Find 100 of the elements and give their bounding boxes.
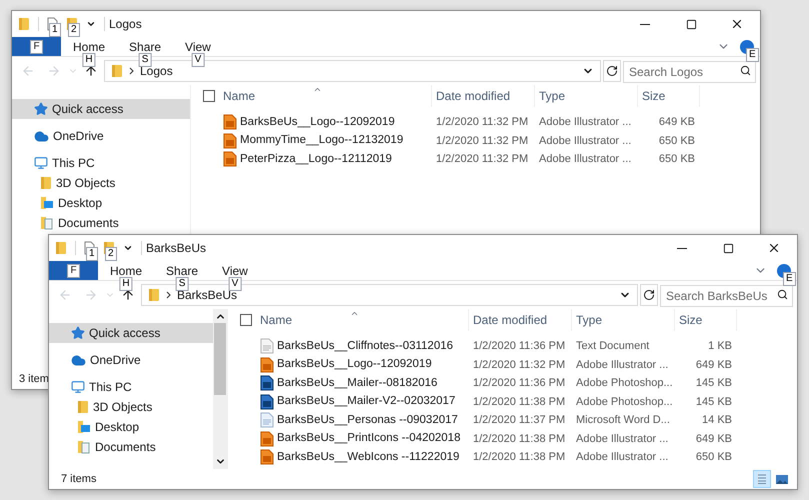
size-cell-text: 649 KB [658,115,696,130]
type-cell-text: Adobe Illustrator ... [575,450,670,465]
documents-folder-icon [77,440,91,454]
column-header[interactable]: Date modified [473,311,548,329]
window-title: Logos [109,16,142,33]
type-cell-text: Adobe Illustrator ... [575,432,670,446]
column-header[interactable]: Name [260,311,292,329]
nav-item[interactable]: 3D Objects [12,173,190,193]
large-icons-icon [776,474,788,484]
file-row[interactable]: BarksBeUs__Mailer-V2--02032017 1/2/2020 11:38 PM Adobe Photoshop... 145 KB [240,392,793,411]
keytip: H [119,276,133,290]
size-cell-text: 650 KB [694,450,733,465]
column-header[interactable]: Date modified [436,87,510,105]
nav-item[interactable]: Desktop [12,193,190,213]
nav-item[interactable]: Documents [49,437,213,457]
file-row[interactable]: BarksBeUs__WebIcons --11222019 1/2/2020 11:38 PM Adobe Illustrator ... 650 KB [240,448,793,466]
search-icon [777,289,788,300]
computer-icon [71,380,85,394]
file-name: BarksBeUs__Mailer--08182016 [277,376,438,391]
text-file-icon [260,338,274,354]
refresh-icon [643,289,655,301]
ai-file-icon [223,151,237,168]
ribbon-tab[interactable]: View [222,262,248,280]
folder-icon [40,176,52,190]
keytip: V [228,276,242,290]
file-tab[interactable]: F [49,261,98,280]
nav-item[interactable]: 3D Objects [49,397,213,417]
ribbon-tab[interactable]: Home [73,38,106,56]
ribbon-tab[interactable]: Share [129,38,162,56]
nav-item[interactable]: OneDrive [12,126,190,146]
ai-file-icon [223,114,237,130]
file-row[interactable]: BarksBeUs__PrintIcons --04202018 1/2/2020 11:38 PM Adobe Illustrator ... 649 KB [240,430,793,448]
folder-icon [18,17,30,31]
nav-item[interactable]: Desktop [49,417,213,437]
customize-dropdown-icon[interactable] [123,243,133,253]
file-name: BarksBeUs__Personas --09032017 [277,412,458,428]
search-icon [740,65,751,76]
select-all-checkbox[interactable] [203,90,215,102]
ribbon-tab[interactable]: Share [166,262,198,280]
file-row[interactable]: BarksBeUs__Mailer--08182016 1/2/2020 11:36 PM Adobe Photoshop... 145 KB [240,374,793,392]
size-cell-text: 649 KB [694,432,733,446]
size-cell-text: 145 KB [694,394,733,410]
type-cell-text: Adobe Illustrator ... [538,115,632,130]
date-cell-text: 1/2/2020 11:32 PM [435,134,530,148]
size-cell-text: 650 KB [658,134,696,148]
file-row[interactable]: BarksBeUs__Personas --09032017 1/2/2020 11:37 PM Microsoft Word D... 14 KB [240,411,793,430]
word-file-icon [260,412,274,428]
ribbon-tab[interactable]: View [185,38,211,56]
file-name: BarksBeUs__PrintIcons --04202018 [277,431,460,446]
column-header[interactable]: Type [539,87,566,105]
date-cell-text: 1/2/2020 11:32 PM [472,358,566,372]
select-all-checkbox[interactable] [240,314,252,326]
keytip: 2 [105,247,117,261]
size-cell-text: 14 KB [701,413,733,428]
scroll-thumb[interactable] [214,323,226,395]
file-row[interactable]: BarksBeUs__Cliffnotes--03112016 1/2/2020 11:36 PM Text Document 1 KB [240,337,793,356]
ribbon-tab[interactable]: Home [110,262,142,280]
scrollbar[interactable] [213,309,227,469]
cloud-icon [71,352,86,368]
nav-item[interactable]: This PC [12,153,190,173]
file-row[interactable]: MommyTime__Logo--12132019 1/2/2020 11:32 PM Adobe Illustrator ... 650 KB [203,132,756,150]
file-name: BarksBeUs__Mailer-V2--02032017 [277,394,456,410]
column-header[interactable]: Size [642,87,666,105]
folder-icon [111,64,123,78]
maximize-icon [686,18,696,30]
nav-item[interactable]: OneDrive [49,350,213,370]
desktop-folder-icon [77,420,91,434]
date-cell-text: 1/2/2020 11:37 PM [472,413,566,428]
nav-item[interactable]: Quick access [12,99,190,119]
search-field[interactable]: Search BarksBeUs [660,285,793,307]
type-cell-text: Adobe Photoshop... [575,394,674,410]
file-tab[interactable]: F [12,37,61,56]
folder-icon [55,241,67,255]
desktop-folder-icon [40,196,54,210]
column-header[interactable]: Name [223,87,256,105]
column-header[interactable]: Size [679,311,702,329]
nav-item[interactable]: Quick access [49,323,213,343]
nav-item[interactable]: Documents [12,213,190,233]
refresh-button[interactable] [603,60,621,82]
item-count: 3 item [18,372,49,387]
column-header[interactable]: Type [576,311,602,329]
star-icon [71,326,85,340]
date-cell-text: 1/2/2020 11:38 PM [472,450,566,465]
computer-icon [34,156,48,170]
keytip: E [783,272,796,286]
details-icon [757,474,767,484]
file-row[interactable]: PeterPizza__Logo--12112019 1/2/2020 11:32 PM Adobe Illustrator ... 650 KB [203,150,756,168]
up-icon[interactable] [121,288,135,302]
type-cell-text: Adobe Illustrator ... [575,358,670,372]
breadcrumb-chevron-icon [129,67,134,75]
refresh-button[interactable] [640,284,658,306]
customize-dropdown-icon[interactable] [86,19,96,29]
sort-icon [350,309,359,318]
file-row[interactable]: BarksBeUs__Logo--12092019 1/2/2020 11:32 PM Adobe Illustrator ... 649 KB [203,113,756,132]
size-cell-text: 649 KB [694,358,733,372]
file-row[interactable]: BarksBeUs__Logo--12092019 1/2/2020 11:32 PM Adobe Illustrator ... 649 KB [240,356,793,374]
nav-item[interactable]: This PC [49,377,213,397]
cloud-icon [34,128,49,144]
up-icon[interactable] [84,64,98,78]
search-field[interactable]: Search Logos [623,61,756,83]
